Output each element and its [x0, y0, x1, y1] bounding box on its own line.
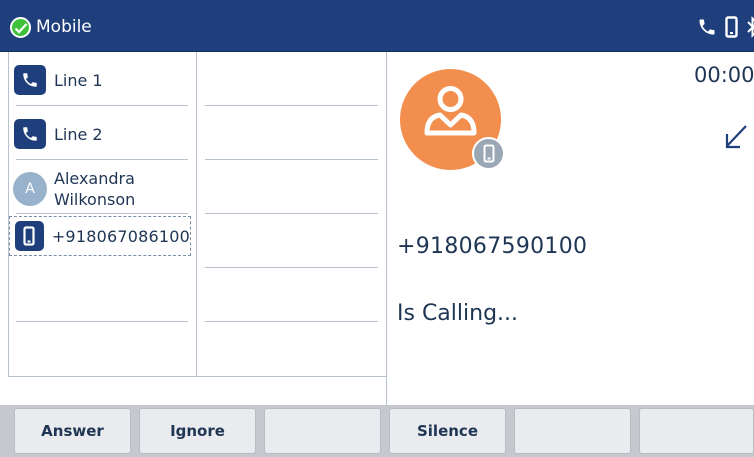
phone-icon	[14, 119, 46, 149]
call-status: Is Calling...	[397, 301, 519, 326]
row-separator	[16, 321, 188, 322]
line-item-2[interactable]: Line 2	[14, 117, 103, 151]
line-label: Line 1	[54, 70, 103, 90]
header-icons	[697, 15, 754, 39]
ignore-button[interactable]: Ignore	[139, 408, 256, 454]
line-list-panel	[8, 52, 386, 377]
phone-icon	[699, 19, 715, 35]
header-title: Mobile	[36, 17, 92, 37]
call-timer: 00:00	[694, 63, 754, 87]
column-divider	[196, 52, 197, 376]
softkey-empty-3[interactable]	[264, 408, 381, 454]
panel-bottom-border	[8, 376, 386, 377]
contact-name: Alexandra Wilkonson	[54, 169, 136, 209]
mobile-badge-icon	[472, 137, 505, 170]
row-separator	[205, 321, 378, 322]
row-separator	[16, 105, 188, 106]
active-mobile-line[interactable]: +918067086100	[9, 216, 191, 256]
softkey-empty-6[interactable]	[639, 408, 754, 454]
row-separator	[205, 105, 378, 106]
mobile-icon	[725, 16, 738, 38]
phone-icon	[14, 65, 46, 95]
row-separator	[205, 213, 378, 214]
status-bar: Mobile	[0, 0, 754, 52]
row-separator	[205, 159, 378, 160]
line-item-1[interactable]: Line 1	[14, 63, 103, 97]
active-line-label: +918067086100	[51, 226, 190, 246]
panel-divider	[386, 52, 387, 405]
row-separator	[16, 159, 188, 160]
mobile-icon	[15, 221, 44, 251]
avatar: A	[13, 172, 47, 206]
contact-item[interactable]: A Alexandra Wilkonson	[13, 168, 164, 210]
answer-button[interactable]: Answer	[14, 408, 131, 454]
bluetooth-icon	[747, 16, 754, 38]
row-separator	[205, 267, 378, 268]
line-label: Line 2	[54, 124, 103, 144]
softkey-empty-5[interactable]	[514, 408, 631, 454]
caller-number: +918067590100	[397, 234, 588, 259]
incoming-arrow-icon	[725, 125, 747, 149]
check-circle-icon	[10, 17, 31, 38]
row-separator	[16, 213, 188, 214]
silence-button[interactable]: Silence	[389, 408, 506, 454]
